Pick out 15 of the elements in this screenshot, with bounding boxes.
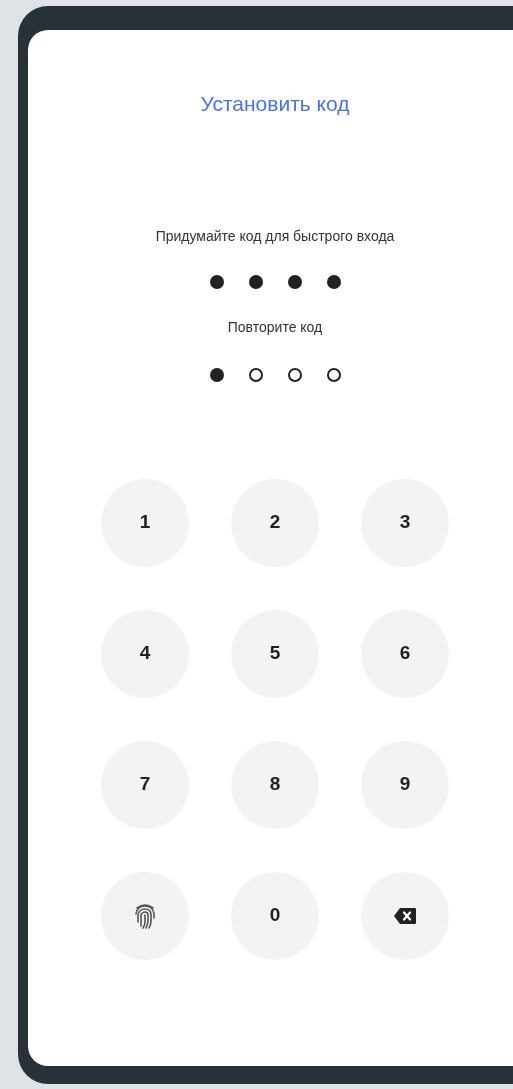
screen-title: Установить код	[200, 91, 350, 117]
create-code-prompt: Придумайте код для быстрого входа	[155, 226, 395, 246]
digit-key[interactable]: 8	[231, 740, 319, 829]
digit-key[interactable]: 9	[361, 740, 449, 829]
backspace-icon	[394, 907, 416, 924]
repeat-code-prompt: Повторите код	[227, 317, 323, 337]
digit-key[interactable]: 4	[101, 609, 189, 698]
digit-key[interactable]: 3	[361, 478, 449, 567]
digit-key[interactable]: 6	[361, 609, 449, 698]
fingerprint-icon	[134, 901, 156, 930]
digit-key[interactable]: 1	[101, 478, 189, 567]
digit-key[interactable]: 5	[231, 609, 319, 698]
digit-key[interactable]: 7	[101, 740, 189, 829]
digit-key[interactable]: 0	[231, 871, 319, 960]
digit-key[interactable]: 2	[231, 478, 319, 567]
